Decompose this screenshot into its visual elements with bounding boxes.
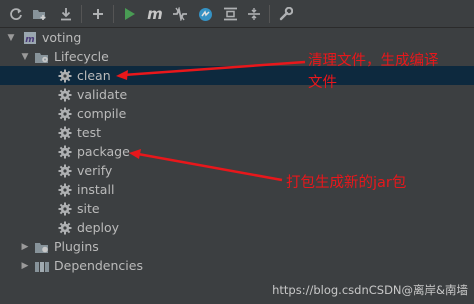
skip-tests-icon[interactable] (195, 4, 215, 24)
plugins-folder-icon (34, 239, 50, 255)
lifecycle-phase-compile[interactable]: compile (0, 104, 474, 123)
phase-label: test (77, 125, 102, 140)
collapsed-arrow-icon[interactable]: ▶ (20, 237, 30, 256)
expand-arrow-icon[interactable]: ▼ (6, 28, 16, 47)
project-name: voting (42, 30, 82, 45)
lifecycle-label: Lifecycle (54, 49, 109, 64)
collapsed-arrow-icon[interactable]: ▶ (20, 256, 30, 275)
gear-icon (57, 182, 73, 198)
toggle-offline-icon[interactable] (170, 4, 190, 24)
lifecycle-phase-site[interactable]: site (0, 199, 474, 218)
gear-icon (57, 144, 73, 160)
maven-toolbar: m (0, 0, 474, 28)
tree-node-project[interactable]: ▼ m voting (0, 28, 474, 47)
tree-node-plugins[interactable]: ▶ Plugins (0, 237, 474, 256)
phase-label: site (77, 201, 100, 216)
phase-label: verify (77, 163, 113, 178)
phase-label: deploy (77, 220, 120, 235)
settings-wrench-icon[interactable] (276, 4, 296, 24)
lifecycle-phase-package[interactable]: package (0, 142, 474, 161)
gear-icon (57, 201, 73, 217)
clean-annotation-line2: 文件 (308, 75, 337, 91)
tree-node-dependencies[interactable]: ▶ Dependencies (0, 256, 474, 275)
package-annotation: 打包生成新的jar包 (286, 175, 407, 191)
expand-arrow-icon[interactable]: ▼ (20, 47, 30, 66)
gear-icon (57, 68, 73, 84)
watermark: https://blog.csdnCSDN@离岸&南墙 (272, 283, 468, 297)
maven-project-icon: m (22, 30, 38, 46)
phase-label: package (77, 144, 130, 159)
phase-label: install (77, 182, 115, 197)
gear-icon (57, 106, 73, 122)
phase-label: validate (77, 87, 128, 102)
phase-label: clean (77, 68, 111, 83)
lifecycle-phase-deploy[interactable]: deploy (0, 218, 474, 237)
plus-icon[interactable] (88, 4, 108, 24)
lifecycle-folder-icon (34, 49, 50, 65)
download-icon[interactable] (56, 4, 76, 24)
phase-label: compile (77, 106, 127, 121)
gear-icon (57, 87, 73, 103)
reload-icon[interactable] (6, 4, 26, 24)
clean-annotation-line1: 清理文件，生成编译 (308, 53, 439, 69)
add-folder-icon[interactable] (30, 4, 50, 24)
lifecycle-phase-validate[interactable]: validate (0, 85, 474, 104)
maven-goal-icon[interactable]: m (145, 4, 165, 24)
dependencies-label: Dependencies (54, 258, 143, 273)
lifecycle-phase-test[interactable]: test (0, 123, 474, 142)
gear-icon (57, 220, 73, 236)
gear-icon (57, 163, 73, 179)
collapse-all-icon[interactable] (244, 4, 264, 24)
show-dependencies-icon[interactable] (220, 4, 240, 24)
run-icon[interactable] (120, 4, 140, 24)
dependencies-icon (34, 258, 50, 274)
plugins-label: Plugins (54, 239, 99, 254)
svg-text:m: m (25, 35, 34, 45)
gear-icon (57, 125, 73, 141)
